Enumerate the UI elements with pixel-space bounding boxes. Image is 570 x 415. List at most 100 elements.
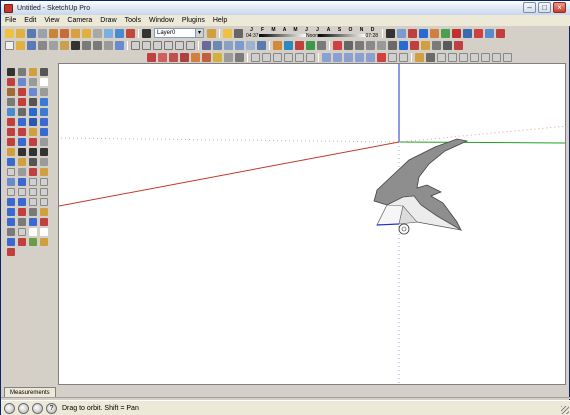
style-1-icon[interactable] (251, 52, 260, 62)
shape-j-icon[interactable] (18, 238, 26, 246)
right-view-icon[interactable] (164, 40, 173, 50)
curve-h-icon[interactable] (40, 188, 48, 196)
top-view-icon[interactable] (142, 40, 151, 50)
menu-edit[interactable]: Edit (20, 17, 40, 24)
follow-me-icon[interactable] (419, 28, 428, 38)
front-view-icon[interactable] (153, 40, 162, 50)
paste-icon[interactable] (60, 40, 69, 50)
shape-a-icon[interactable] (29, 208, 37, 216)
zoom-window-icon[interactable] (40, 108, 48, 116)
new-file-icon[interactable] (5, 28, 14, 38)
red-arrow-icon[interactable] (454, 40, 463, 50)
walk-icon[interactable] (485, 28, 494, 38)
wall-face-left[interactable] (376, 204, 404, 226)
geo-location-icon[interactable] (4, 403, 15, 414)
resize-grip[interactable] (561, 406, 569, 414)
print-icon[interactable] (38, 28, 47, 38)
curve-f-icon[interactable] (18, 188, 26, 196)
frame-4-icon[interactable] (470, 52, 479, 62)
style-4-icon[interactable] (284, 52, 293, 62)
components-icon[interactable] (71, 28, 80, 38)
drape-icon[interactable] (377, 40, 386, 50)
shape-d-icon[interactable] (18, 218, 26, 226)
tape-measure-icon[interactable] (430, 28, 439, 38)
shape-e-icon[interactable] (29, 218, 37, 226)
position-camera-icon[interactable] (7, 148, 15, 156)
redo-icon[interactable] (93, 40, 102, 50)
menu-draw[interactable]: Draw (96, 17, 120, 24)
dimension-block-icon[interactable] (29, 148, 37, 156)
wireframe-icon[interactable] (213, 40, 222, 50)
open-icon[interactable] (16, 40, 25, 50)
stamp-tool-icon[interactable] (29, 158, 37, 166)
frame-7-icon[interactable] (503, 52, 512, 62)
arc-tool-icon[interactable] (40, 88, 48, 96)
select-arrow-icon[interactable] (142, 28, 151, 38)
minimize-button[interactable]: – (523, 2, 536, 13)
style-6-icon[interactable] (306, 52, 315, 62)
scene-1-icon[interactable] (322, 52, 331, 62)
shape-m-icon[interactable] (7, 248, 15, 256)
smoove-icon[interactable] (355, 40, 364, 50)
box-2-icon[interactable] (399, 52, 408, 62)
text-tool-icon[interactable] (40, 128, 48, 136)
save-icon[interactable] (27, 40, 36, 50)
extension-icon[interactable] (317, 40, 326, 50)
box-icon[interactable] (388, 52, 397, 62)
polygon-tool-icon[interactable] (7, 98, 15, 106)
zoom-extents-icon[interactable] (115, 28, 124, 38)
protractor-tool-icon[interactable] (29, 128, 37, 136)
sandbox-tool-icon[interactable] (7, 158, 15, 166)
curve-e-icon[interactable] (7, 188, 15, 196)
3d-text-icon[interactable] (18, 138, 26, 146)
curve-c-icon[interactable] (29, 178, 37, 186)
circle-tool-icon[interactable] (29, 88, 37, 96)
copy-icon[interactable] (49, 40, 58, 50)
fog-icon[interactable] (224, 52, 233, 62)
curve-i-icon[interactable] (7, 198, 15, 206)
orbit-tool-icon[interactable] (18, 78, 26, 86)
menu-window[interactable]: Window (145, 17, 178, 24)
measurements-box[interactable] (1, 397, 570, 399)
print-icon[interactable] (104, 40, 113, 50)
left-view-icon[interactable] (186, 40, 195, 50)
mouse-icon[interactable] (29, 78, 37, 86)
rotate-icon[interactable] (408, 28, 417, 38)
menu-help[interactable]: Help (209, 17, 231, 24)
previous-view-icon[interactable] (40, 118, 48, 126)
walk-tool-icon[interactable] (40, 68, 48, 76)
push-pull-icon[interactable] (397, 28, 406, 38)
help-icon[interactable]: ? (46, 403, 57, 414)
tape-tool-icon[interactable] (7, 128, 15, 136)
box-tool-icon[interactable] (7, 168, 15, 176)
shape-k-icon[interactable] (29, 238, 37, 246)
layer-dropdown[interactable]: Layer0 ▾ (154, 28, 204, 38)
curve-j-icon[interactable] (18, 198, 26, 206)
soap-icon[interactable] (40, 168, 48, 176)
frame-2-icon[interactable] (448, 52, 457, 62)
text-block-icon[interactable] (18, 148, 26, 156)
paint-bucket-icon[interactable] (49, 28, 58, 38)
frame-6-icon[interactable] (492, 52, 501, 62)
paint-icon[interactable] (273, 40, 282, 50)
title-bar[interactable]: Untitled - SketchUp Pro – □ × (1, 1, 570, 15)
zoom-tool-icon[interactable] (29, 108, 37, 116)
monochrome-icon[interactable] (257, 40, 266, 50)
dimension-tool-icon[interactable] (18, 128, 26, 136)
location-icon[interactable] (377, 52, 386, 62)
eraser-icon[interactable] (60, 28, 69, 38)
curve-m-icon[interactable] (7, 208, 15, 216)
select-tool-icon[interactable] (7, 68, 15, 76)
drape-tool-icon[interactable] (40, 158, 48, 166)
curve-d-icon[interactable] (40, 178, 48, 186)
scale-icon[interactable] (126, 28, 135, 38)
pencil-red-icon[interactable] (333, 40, 342, 50)
style-2-icon[interactable] (262, 52, 271, 62)
scene-4-icon[interactable] (355, 52, 364, 62)
text-tool-icon[interactable] (452, 28, 461, 38)
save-icon[interactable] (27, 28, 36, 38)
trash-icon[interactable] (93, 28, 102, 38)
line-tool-icon[interactable] (18, 88, 26, 96)
solid-outer-icon[interactable] (191, 52, 200, 62)
zoom-extents-tool-icon[interactable] (29, 118, 37, 126)
